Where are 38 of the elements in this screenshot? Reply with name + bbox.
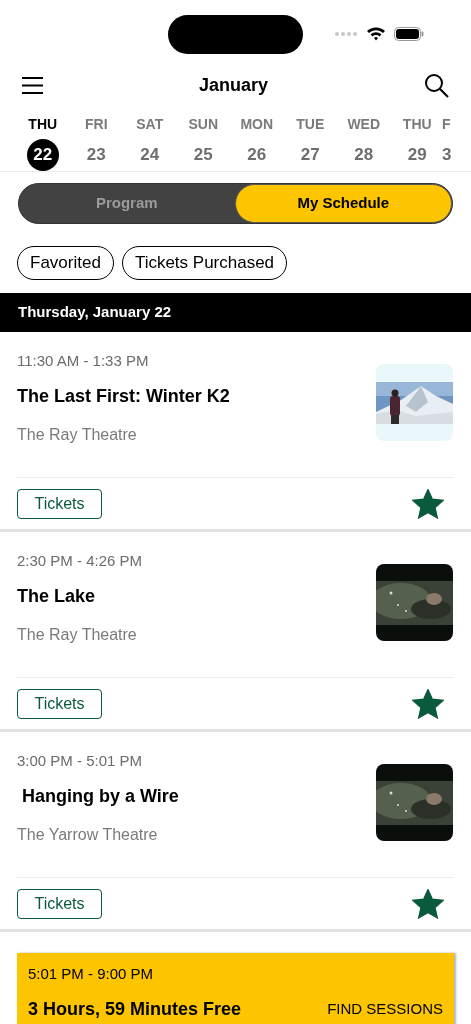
event-title: Hanging by a Wire	[21, 784, 179, 808]
day-heading: Thursday, January 22	[0, 293, 471, 332]
day-tab[interactable]: WED 28	[337, 106, 391, 171]
battery-icon	[394, 26, 424, 41]
free-time-range: 5:01 PM - 9:00 PM	[28, 964, 155, 984]
day-tab[interactable]: TUE 27	[283, 106, 337, 171]
day-tab[interactable]: MON 26	[230, 106, 284, 171]
tickets-button[interactable]: Tickets	[17, 488, 102, 519]
menu-icon[interactable]	[22, 76, 43, 94]
event-time: 2:30 PM - 4:26 PM	[17, 551, 143, 571]
event-venue: The Ray Theatre	[17, 624, 138, 645]
day-tab[interactable]: SUN 25	[176, 106, 230, 171]
filter-chip[interactable]: Favorited	[17, 246, 114, 280]
tickets-button[interactable]: Tickets	[17, 688, 102, 719]
filter-chip[interactable]: Tickets Purchased	[121, 246, 288, 280]
event-venue: The Yarrow Theatre	[17, 824, 159, 845]
event-time: 3:00 PM - 5:01 PM	[17, 751, 144, 771]
event-venue: The Ray Theatre	[17, 424, 138, 445]
event-time: 11:30 AM - 1:33 PM	[17, 351, 150, 371]
event-title: The Last First: Winter K2	[17, 384, 230, 408]
day-tab[interactable]: SAT 24	[123, 106, 177, 171]
free-time-title: 3 Hours, 59 Minutes Free	[28, 997, 242, 1021]
segment-tab[interactable]: My Schedule	[234, 184, 452, 223]
day-tab[interactable]: FRI 23	[69, 106, 123, 171]
search-icon[interactable]	[424, 72, 449, 98]
event-title: The Lake	[17, 584, 97, 608]
star-icon[interactable]	[412, 688, 444, 719]
day-tab[interactable]: THU 22	[16, 106, 70, 171]
find-sessions-link[interactable]: FIND SESSIONS	[327, 997, 443, 1021]
star-icon[interactable]	[412, 888, 444, 919]
month-title: January	[198, 73, 268, 97]
signal-icon	[334, 30, 358, 37]
day-tab[interactable]: F 3	[442, 106, 458, 171]
star-icon[interactable]	[412, 488, 444, 519]
wifi-icon	[366, 26, 386, 41]
free-time-card[interactable]: 5:01 PM - 9:00 PM 3 Hours, 59 Minutes Free FIND SESSIONS	[17, 953, 454, 1024]
segment-tab[interactable]: Program	[19, 184, 235, 223]
tickets-button[interactable]: Tickets	[17, 888, 102, 919]
